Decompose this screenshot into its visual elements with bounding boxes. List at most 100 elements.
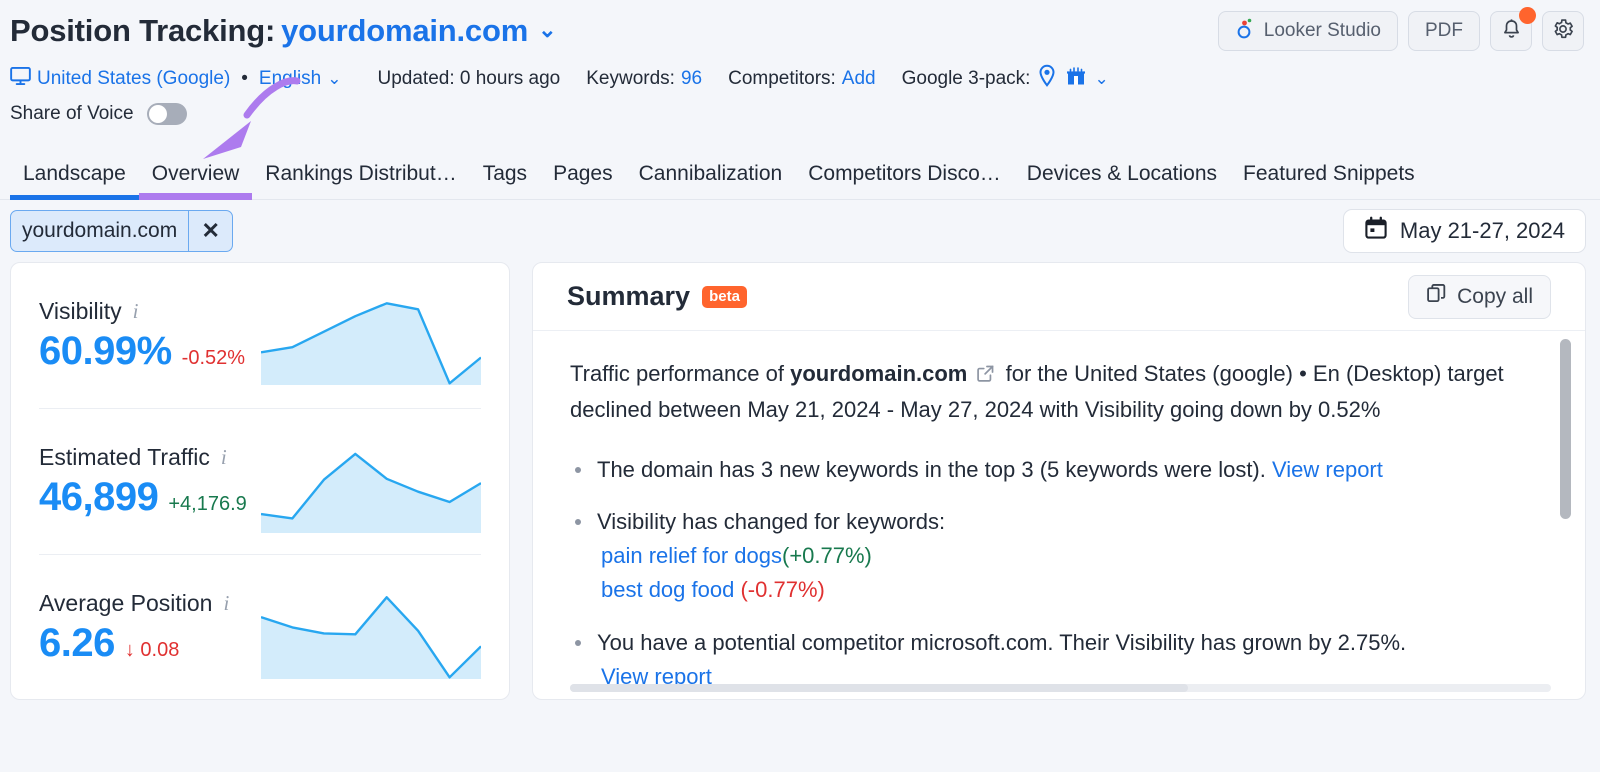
summary-body: Traffic performance of yourdomain.com fo… (533, 331, 1585, 699)
summary-intro-domain: yourdomain.com (790, 361, 968, 386)
tab-pages[interactable]: Pages (540, 162, 626, 199)
summary-title: Summary (567, 281, 691, 311)
chip-label: yourdomain.com (22, 219, 178, 242)
google-three-pack[interactable]: Google 3-pack: ⌄ (902, 64, 1109, 94)
keywords-label: Keywords: (586, 68, 675, 89)
calendar-icon (1364, 216, 1388, 246)
copy-all-label: Copy all (1457, 284, 1533, 308)
metric-label: Estimated Traffic (39, 443, 210, 470)
page-title-prefix: Position Tracking: (10, 13, 276, 48)
meta-row: United States (Google) • English ⌄ Updat… (0, 62, 1600, 96)
bullet-text: Visibility has changed for keywords: (597, 509, 946, 535)
beta-badge: beta (702, 285, 747, 308)
metric-label: Visibility (39, 297, 122, 324)
external-link-icon[interactable] (970, 363, 1001, 388)
local-business-icon[interactable] (1064, 64, 1088, 94)
keyword-link[interactable]: pain relief for dogs (601, 543, 782, 568)
tab-devices-locations[interactable]: Devices & Locations (1014, 162, 1230, 199)
chevron-down-icon[interactable]: ⌄ (1094, 69, 1108, 89)
keyword-change-row: best dog food (-0.77%) (597, 573, 1525, 607)
metric-average-position: Average Position i 6.26 ↓ 0.08 (39, 555, 481, 701)
tab-label: Competitors Disco… (808, 162, 1001, 185)
sparkline-estimated-traffic (261, 452, 481, 533)
tab-landscape[interactable]: Landscape (10, 162, 139, 200)
copy-icon (1426, 283, 1447, 310)
date-range-picker[interactable]: May 21-27, 2024 (1342, 209, 1586, 253)
tab-rankings-distribution[interactable]: Rankings Distribut… (252, 162, 469, 199)
tab-label: Tags (482, 162, 528, 185)
page-title-domain[interactable]: yourdomain.com (281, 13, 528, 48)
main-content: Visibility i 60.99% -0.52% Estimated Tra… (0, 262, 1600, 700)
tab-cannibalization[interactable]: Cannibalization (626, 162, 796, 199)
metric-visibility: Visibility i 60.99% -0.52% (39, 263, 481, 409)
gear-icon (1552, 18, 1574, 45)
page-title: Position Tracking: yourdomain.com ⌄ (10, 13, 557, 49)
scrollbar-thumb[interactable] (570, 684, 1189, 692)
pdf-label: PDF (1425, 20, 1463, 41)
filter-row: yourdomain.com ✕ May 21-27, 2024 (0, 200, 1600, 262)
notification-badge-dot (1519, 7, 1536, 24)
info-icon[interactable]: i (221, 445, 227, 470)
language-label[interactable]: English (259, 68, 321, 90)
location-label[interactable]: United States (Google) (37, 68, 230, 90)
tab-label: Devices & Locations (1026, 162, 1218, 185)
summary-bullet-new-keywords: The domain has 3 new keywords in the top… (570, 453, 1525, 487)
looker-studio-button[interactable]: Looker Studio (1217, 11, 1398, 51)
map-pin-icon[interactable] (1036, 64, 1058, 94)
tab-overview[interactable]: Overview (138, 162, 253, 200)
tab-label: Featured Snippets (1243, 162, 1415, 185)
view-report-link[interactable]: View report (1272, 457, 1383, 482)
sparkline-average-position (261, 596, 481, 679)
competitors-add-link[interactable]: Add (842, 68, 876, 90)
summary-header: Summary beta Copy all (533, 263, 1585, 331)
keyword-link[interactable]: best dog food (601, 577, 734, 602)
three-pack-label: Google 3-pack: (901, 68, 1031, 89)
tab-bar: Landscape Overview Rankings Distribut… T… (0, 77, 1600, 200)
tab-label: Landscape (23, 162, 126, 185)
summary-intro: Traffic performance of yourdomain.com fo… (570, 357, 1525, 427)
tab-label: Overview (151, 162, 240, 185)
metric-estimated-traffic: Estimated Traffic i 46,899 +4,176.9 (39, 409, 481, 555)
keyword-change-value: (-0.77%) (740, 577, 825, 603)
info-icon[interactable]: i (133, 299, 139, 324)
chevron-down-icon[interactable]: ⌄ (538, 17, 556, 43)
metrics-card: Visibility i 60.99% -0.52% Estimated Tra… (10, 262, 510, 700)
chevron-down-icon[interactable]: ⌄ (327, 69, 341, 89)
metric-delta: -0.52% (181, 346, 246, 369)
metric-label: Average Position (39, 590, 213, 616)
info-icon[interactable]: i (223, 591, 229, 616)
bullet-text: The domain has 3 new keywords in the top… (597, 457, 1266, 483)
summary-vertical-scrollbar[interactable] (1560, 339, 1571, 519)
meta-separator: • (241, 68, 248, 89)
keywords-value[interactable]: 96 (681, 68, 702, 90)
tab-label: Pages (553, 162, 613, 185)
summary-intro-prefix: Traffic performance of (570, 361, 784, 386)
summary-bullet-list: The domain has 3 new keywords in the top… (570, 453, 1525, 694)
share-of-voice-label: Share of Voice (10, 103, 134, 124)
competitors-label: Competitors: (728, 68, 836, 89)
tab-label: Rankings Distribut… (265, 162, 457, 185)
share-of-voice-toggle[interactable] (146, 103, 187, 125)
location-selector[interactable]: United States (Google) • English ⌄ (10, 66, 342, 92)
desktop-icon (10, 66, 31, 92)
tab-competitors-discovery[interactable]: Competitors Disco… (795, 162, 1014, 199)
top-bar-actions: Looker Studio PDF (1217, 7, 1584, 51)
tab-featured-snippets[interactable]: Featured Snippets (1230, 162, 1428, 199)
notifications-button[interactable] (1490, 7, 1536, 51)
pdf-button[interactable]: PDF (1408, 11, 1480, 51)
tab-tags[interactable]: Tags (470, 162, 540, 199)
copy-all-button[interactable]: Copy all (1408, 274, 1551, 319)
toggle-knob (148, 105, 167, 123)
looker-studio-label: Looker Studio (1263, 20, 1381, 41)
keyword-change-value: (+0.77%) (782, 543, 872, 569)
date-range-label: May 21-27, 2024 (1399, 218, 1565, 243)
close-icon[interactable]: ✕ (188, 211, 232, 251)
share-of-voice-row: Share of Voice (0, 96, 1600, 132)
looker-studio-icon (1235, 17, 1255, 45)
bullet-text: You have a potential competitor microsof… (597, 629, 1407, 655)
domain-filter-chip[interactable]: yourdomain.com ✕ (10, 210, 234, 252)
summary-horizontal-scrollbar[interactable] (570, 684, 1551, 692)
tab-label: Cannibalization (638, 162, 783, 185)
settings-button[interactable] (1542, 11, 1584, 51)
summary-bullet-visibility-changes: Visibility has changed for keywords: pai… (570, 505, 1525, 607)
